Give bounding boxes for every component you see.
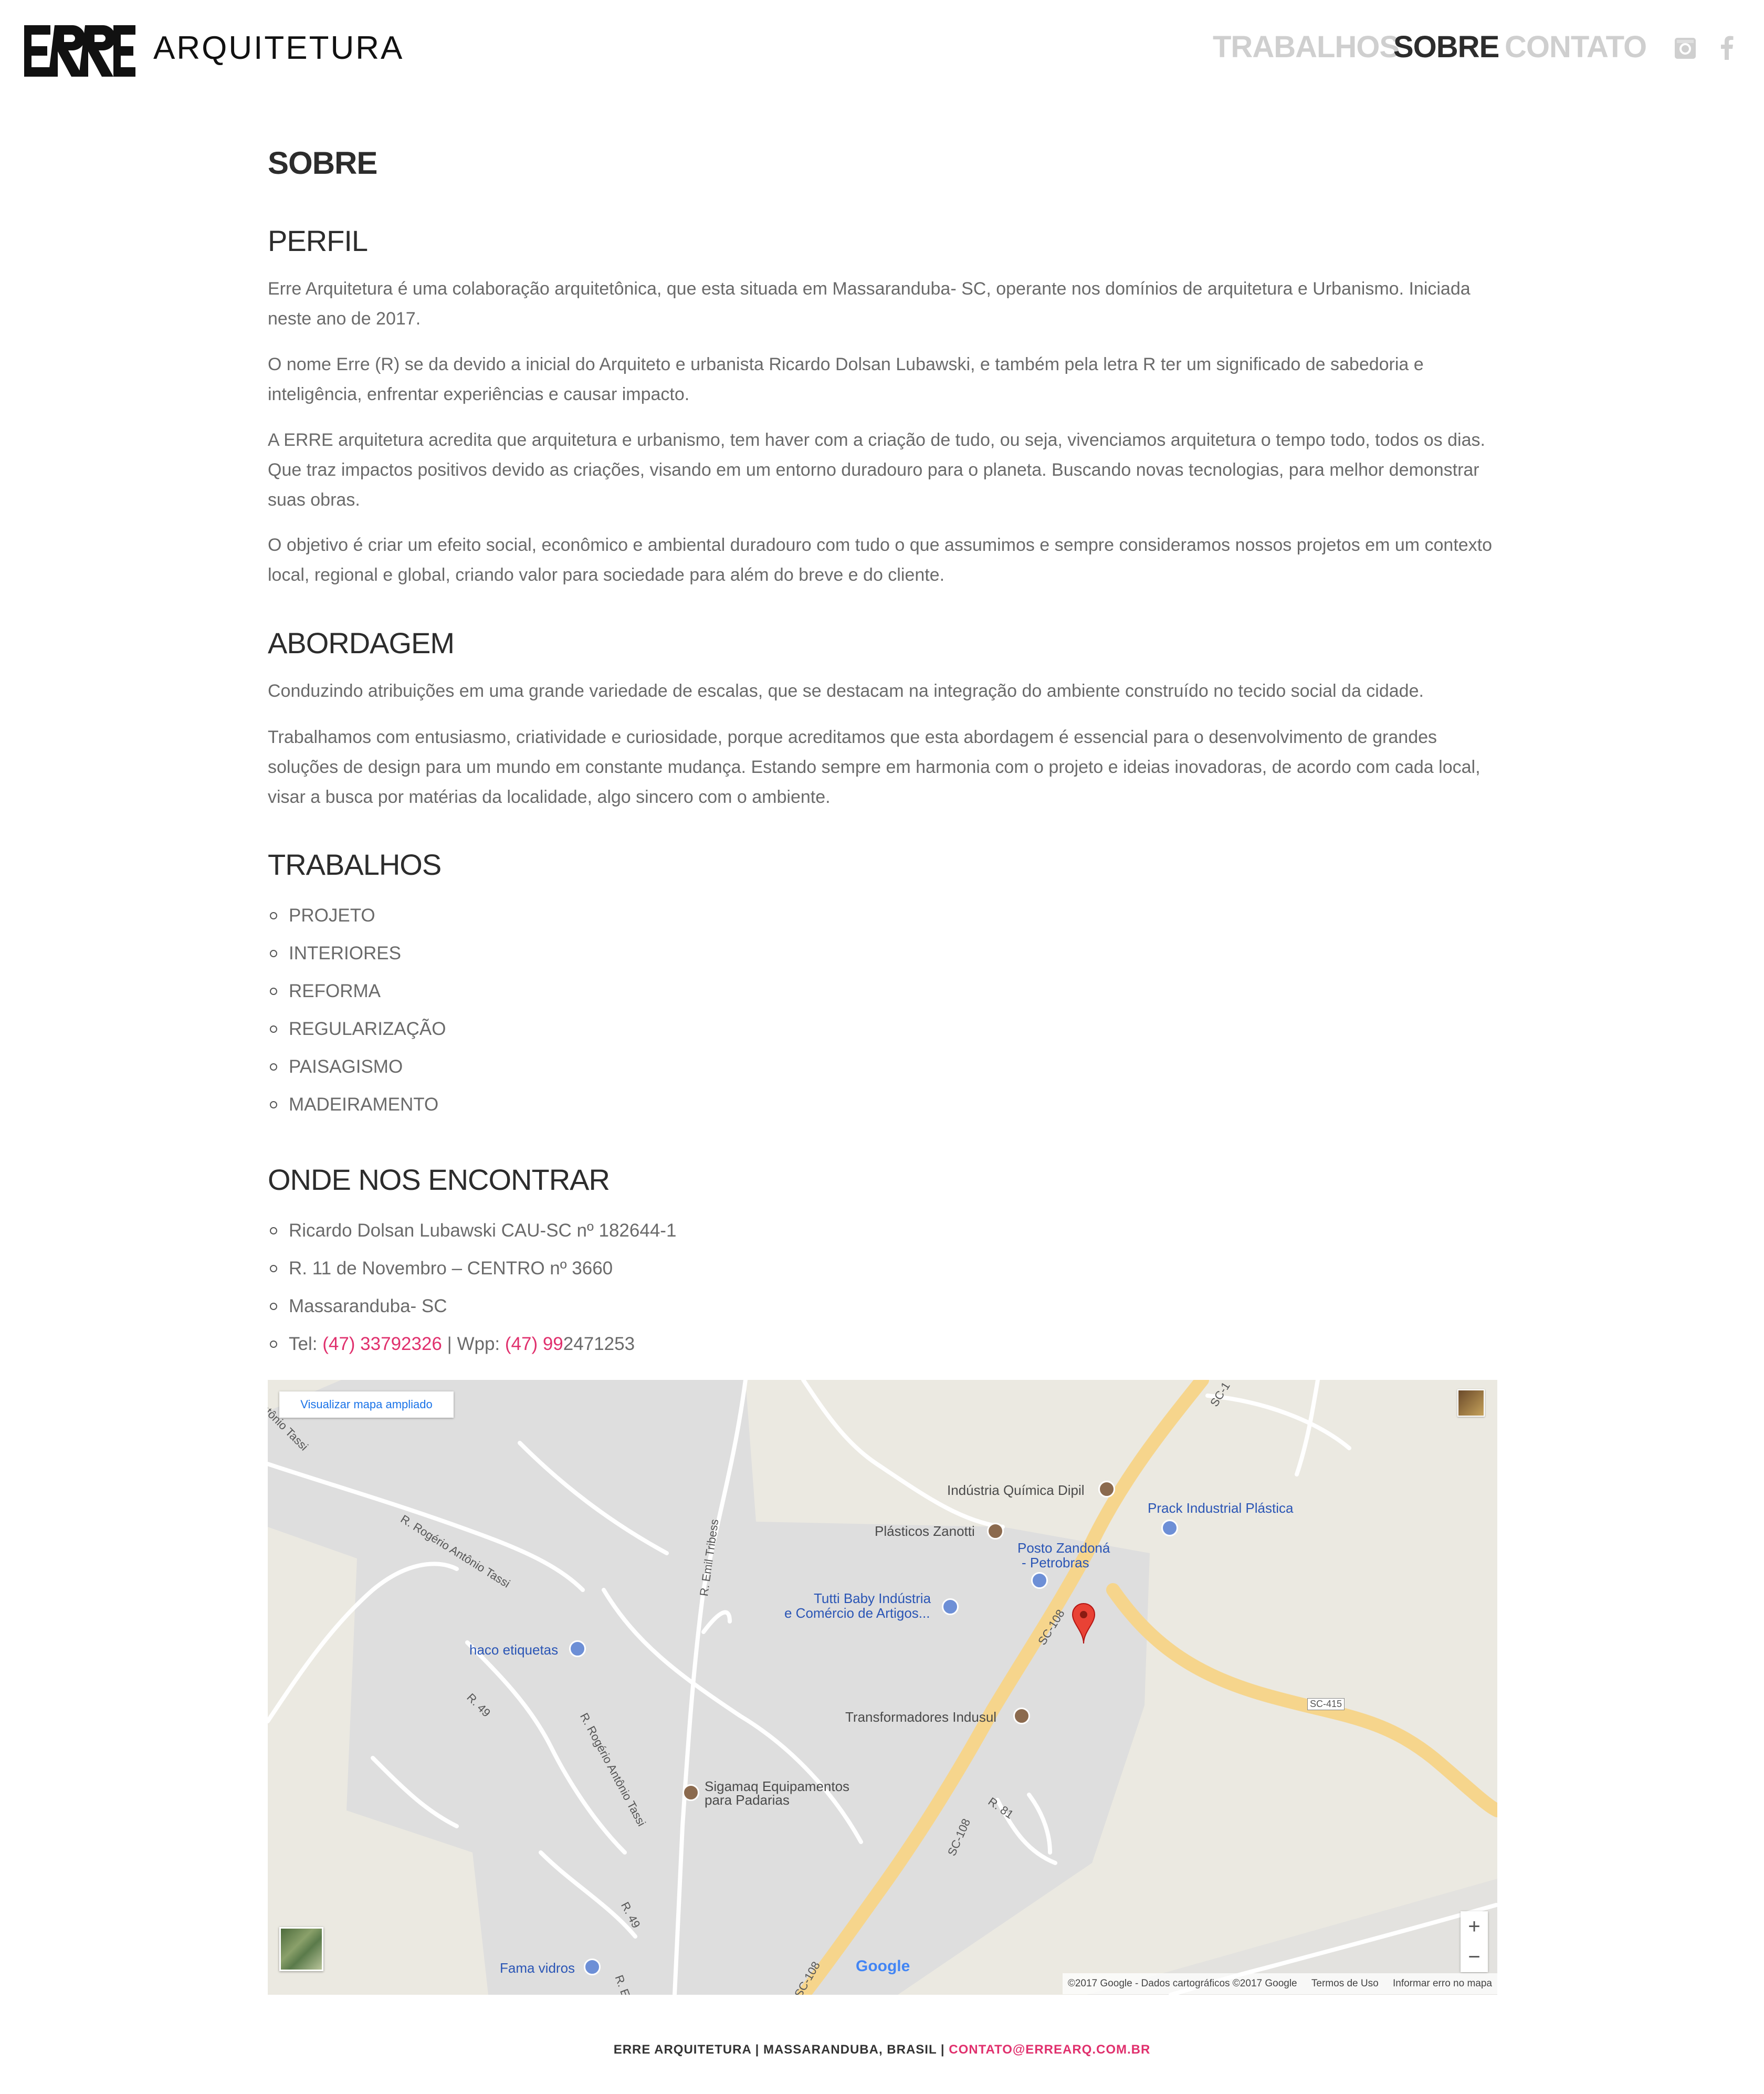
perfil-paragraph-2: O nome Erre (R) se da devido a inicial d… [268,354,1424,404]
contact-list: Ricardo Dolsan Lubawski CAU-SC nº 182644… [268,1212,676,1363]
wpp-link[interactable]: (47) 99 [505,1334,563,1354]
report-error-link[interactable]: Informar erro no mapa [1393,1978,1492,1989]
satellite-view-toggle[interactable] [279,1927,323,1971]
factory-icon[interactable] [682,1784,699,1801]
poi-label[interactable]: Plásticos Zanotti [875,1524,975,1538]
poi-label[interactable]: Tutti Baby Indústria [814,1591,931,1606]
poi-label[interactable]: Prack Industrial Plástica [1148,1501,1293,1515]
location-pin-icon[interactable] [1071,1603,1096,1645]
poi-label[interactable]: Transformadores Indusul [845,1710,996,1724]
map-canvas[interactable] [268,1380,1497,1995]
heading-perfil: PERFIL [268,224,368,257]
site-header: ARQUITETURA TRABALHOS SOBRE CONTATO [0,0,1764,105]
list-item: REGULARIZAÇÃO [268,1010,446,1048]
abordagem-paragraph-1: Conduzindo atribuições em uma grande var… [268,681,1424,701]
google-logo: Google [856,1957,910,1975]
poi-label[interactable]: haco etiquetas [469,1642,558,1657]
map-attribution: ©2017 Google - Dados cartográficos ©2017… [1062,1973,1497,1994]
page-title: SOBRE [268,145,377,181]
poi-label[interactable]: Indústria Química Dipil [947,1483,1085,1498]
poi-label[interactable]: Sigamaq Equipamentos [705,1779,849,1794]
nav-sobre[interactable]: SOBRE [1393,29,1499,71]
poi-label[interactable]: Fama vidros [500,1961,575,1975]
zoom-control: + − [1461,1911,1488,1972]
poi-label[interactable]: - Petrobras [1022,1555,1089,1570]
contact-phones: Tel: (47) 33792326 | Wpp: (47) 992471253 [268,1325,676,1363]
list-item: INTERIORES [268,935,446,972]
contact-name: Ricardo Dolsan Lubawski CAU-SC nº 182644… [268,1212,676,1250]
shopping-icon[interactable] [1161,1520,1178,1536]
heading-onde-nos-encontrar: ONDE NOS ENCONTRAR [268,1163,610,1196]
terms-link[interactable]: Termos de Uso [1311,1978,1379,1989]
facebook-icon[interactable] [1720,36,1734,60]
poi-label[interactable]: e Comércio de Artigos... [784,1606,930,1620]
factory-icon[interactable] [987,1523,1004,1540]
wpp-number-rest: 2471253 [563,1334,635,1354]
contact-city: Massaranduba- SC [268,1287,676,1325]
tel-link[interactable]: (47) 33792326 [322,1334,442,1354]
list-item: REFORMA [268,972,446,1010]
nav-trabalhos[interactable]: TRABALHOS [1213,29,1400,71]
logo-text[interactable]: ARQUITETURA [153,29,404,67]
tel-label: Tel: [289,1334,323,1354]
zoom-out-button[interactable]: − [1461,1942,1488,1972]
instagram-icon[interactable] [1675,38,1696,59]
perfil-paragraph-3: A ERRE arquitetura acredita que arquitet… [268,430,1485,510]
erre-logo-mark[interactable] [24,25,135,77]
shopping-icon[interactable] [569,1640,586,1657]
wpp-label: | Wpp: [442,1334,505,1354]
shopping-icon[interactable] [942,1598,959,1615]
enlarge-map-button[interactable]: Visualizar mapa ampliado [279,1391,454,1418]
nav-contato[interactable]: CONTATO [1505,29,1647,71]
google-logo-text: Google [856,1957,910,1975]
footer-text: ERRE ARQUITETURA | MASSARANDUBA, BRASIL … [613,2043,949,2057]
heading-abordagem: ABORDAGEM [268,626,455,659]
list-item: PAISAGISMO [268,1048,446,1086]
pegman-icon[interactable] [1457,1389,1485,1417]
embedded-map[interactable]: Visualizar mapa ampliado ntônio Tassi R.… [268,1380,1497,1995]
list-item: MADEIRAMENTO [268,1086,446,1124]
trabalhos-list: PROJETO INTERIORES REFORMA REGULARIZAÇÃO… [268,897,446,1124]
list-item: PROJETO [268,897,446,935]
attribution-text: ©2017 Google - Dados cartográficos ©2017… [1067,1978,1297,1989]
highway-shield: SC-415 [1307,1698,1345,1710]
factory-icon[interactable] [1013,1708,1030,1724]
poi-label[interactable]: para Padarias [705,1793,790,1807]
site-footer: ERRE ARQUITETURA | MASSARANDUBA, BRASIL … [0,2043,1764,2057]
contact-address: R. 11 de Novembro – CENTRO nº 3660 [268,1250,676,1287]
factory-icon[interactable] [1098,1481,1115,1498]
perfil-paragraph-1: Erre Arquitetura é uma colaboração arqui… [268,279,1471,329]
shopping-icon[interactable] [584,1959,601,1975]
perfil-paragraph-4: O objetivo é criar um efeito social, eco… [268,535,1493,585]
poi-label[interactable]: Posto Zandoná [1017,1541,1110,1555]
fuel-station-icon[interactable] [1031,1572,1048,1589]
heading-trabalhos: TRABALHOS [268,848,442,881]
zoom-in-button[interactable]: + [1461,1911,1488,1942]
footer-email-link[interactable]: CONTATO@ERREARQ.COM.BR [949,2043,1150,2057]
abordagem-paragraph-2: Trabalhamos com entusiasmo, criatividade… [268,727,1480,807]
